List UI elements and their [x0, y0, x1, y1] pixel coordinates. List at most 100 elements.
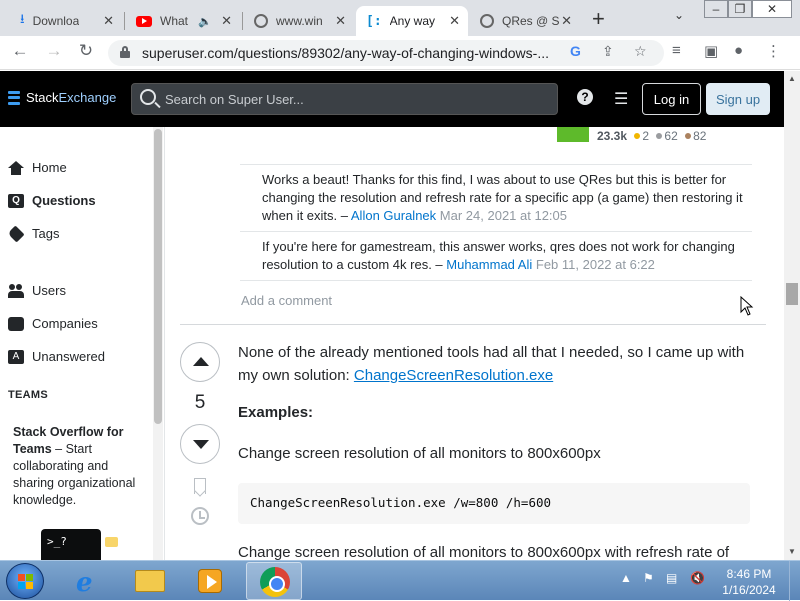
close-tab-icon[interactable]: ✕ [221, 13, 232, 29]
code-block: ChangeScreenResolution.exe /w=800 /h=600 [238, 483, 750, 524]
tab-windows[interactable]: www.win ✕ [244, 6, 354, 36]
taskbar-internet-explorer[interactable]: e [62, 562, 118, 600]
sign-up-button[interactable]: Sign up [706, 83, 770, 115]
system-clock[interactable]: 8:46 PM 1/16/2024 [716, 566, 782, 598]
tab-downloads[interactable]: ⭳ Downloa ✕ [10, 6, 122, 36]
bookmark-icon[interactable] [194, 478, 206, 494]
reputation-score: 23.3k [597, 129, 628, 143]
sidebar-item-home[interactable]: Home [8, 160, 67, 175]
search-icon [140, 89, 156, 105]
sidebar-item-label: Tags [32, 226, 60, 241]
close-tab-icon[interactable]: ✕ [449, 13, 460, 29]
teams-promo-text: Stack Overflow for Teams – Start collabo… [13, 424, 145, 509]
start-button[interactable] [6, 563, 44, 599]
briefcase-icon [8, 316, 24, 331]
vote-count: 5 [194, 392, 206, 413]
sidebar-item-questions[interactable]: Q Questions [8, 193, 96, 208]
changescreenresolution-link[interactable]: ChangeScreenResolution.exe [354, 367, 553, 384]
bookmark-star-icon[interactable]: ☆ [634, 43, 647, 60]
sidebar-item-tags[interactable]: Tags [7, 225, 60, 242]
address-bar[interactable]: superuser.com/questions/89302/any-way-of… [108, 40, 664, 66]
show-desktop-button[interactable] [789, 561, 800, 601]
log-in-button[interactable]: Log in [642, 83, 701, 115]
comment-date[interactable]: Mar 24, 2021 at 12:05 [440, 208, 567, 223]
maximize-button[interactable]: ❐ [728, 0, 752, 18]
history-icon[interactable] [191, 507, 209, 525]
reload-icon[interactable]: ↻ [74, 41, 98, 61]
help-icon[interactable]: ? [577, 89, 593, 105]
profile-avatar-icon[interactable]: ● [734, 42, 743, 59]
bronze-badge-count: 82 [693, 129, 707, 143]
upvote-arrow-icon [193, 357, 209, 366]
silver-badge-count: 62 [664, 129, 678, 143]
comment-divider [240, 164, 752, 165]
search-placeholder: Search on Super User... [165, 92, 304, 107]
close-tab-icon[interactable]: ✕ [335, 13, 346, 29]
downvote-button[interactable] [180, 424, 220, 464]
taskbar-chrome[interactable] [246, 562, 302, 600]
new-tab-button[interactable]: + [592, 6, 605, 32]
sidebar-item-companies[interactable]: Companies [8, 316, 98, 331]
media-queue-icon[interactable]: ≡ [672, 42, 681, 59]
comment-user-link[interactable]: Muhammad Ali [446, 257, 532, 272]
url-text[interactable]: superuser.com/questions/89302/any-way-of… [142, 45, 549, 61]
share-icon[interactable]: ⇪ [602, 43, 614, 60]
comment-divider [240, 231, 752, 232]
close-window-button[interactable]: ✕ [752, 0, 792, 18]
gold-badge-count: 2 [642, 129, 650, 143]
page-scrollbar[interactable]: ▲ ▼ [784, 71, 800, 560]
users-icon [8, 283, 24, 298]
youtube-icon [136, 15, 152, 27]
main-content: 23.3k 2 62 82 Works a beaut! Thanks for … [166, 127, 784, 560]
examples-heading: Examples: [238, 404, 314, 421]
side-panel-icon[interactable]: ▣ [704, 42, 718, 60]
browser-tab-bar: ⭳ Downloa ✕ What 🔈 ✕ www.win ✕ [: Any wa… [0, 0, 800, 36]
site-search-input[interactable]: Search on Super User... [131, 83, 558, 115]
forward-arrow-icon[interactable]: → [42, 41, 66, 61]
chat-bubble-icon [105, 537, 118, 547]
back-arrow-icon[interactable]: ← [8, 41, 32, 61]
taskbar-media-player[interactable] [182, 562, 238, 600]
taskbar-file-explorer[interactable] [122, 562, 178, 600]
gold-badge-icon [634, 133, 641, 139]
minimize-button[interactable]: – [704, 0, 728, 18]
left-sidebar: Home Q Questions Tags Users Companies A … [0, 127, 165, 560]
unanswered-icon: A [8, 349, 24, 364]
tag-icon [7, 225, 25, 242]
site-switcher-icon[interactable]: ☰ [614, 89, 628, 109]
comment: Works a beaut! Thanks for this find, I w… [262, 171, 752, 225]
sidebar-scrollbar[interactable] [153, 127, 163, 560]
scroll-up-arrow-icon[interactable]: ▲ [788, 74, 796, 83]
sidebar-item-label: Users [32, 283, 66, 298]
downvote-arrow-icon [193, 440, 209, 449]
tab-youtube[interactable]: What 🔈 ✕ [126, 6, 240, 36]
user-avatar[interactable] [557, 127, 589, 142]
show-hidden-icons-arrow-icon[interactable]: ▲ [620, 571, 632, 585]
network-icon[interactable]: ▤ [666, 571, 677, 585]
tab-search-chevron-icon[interactable]: ⌄ [674, 8, 684, 22]
google-lens-icon[interactable]: G [570, 43, 581, 59]
clock-time: 8:46 PM [726, 567, 772, 581]
close-tab-icon[interactable]: ✕ [561, 13, 572, 29]
close-tab-icon[interactable]: ✕ [103, 13, 114, 29]
sidebar-scrollbar-thumb[interactable] [154, 129, 162, 424]
page-scrollbar-thumb[interactable] [786, 283, 798, 305]
comment-date[interactable]: Feb 11, 2022 at 6:22 [536, 257, 655, 272]
scroll-down-arrow-icon[interactable]: ▼ [788, 547, 796, 556]
tab-title: Downloa [32, 14, 80, 28]
upvote-button[interactable] [180, 342, 220, 382]
lock-icon[interactable] [120, 46, 130, 58]
stackexchange-logo[interactable]: Stack Exchange [8, 90, 116, 105]
add-comment-link[interactable]: Add a comment [241, 293, 332, 308]
sidebar-item-unanswered[interactable]: A Unanswered [8, 349, 105, 364]
volume-muted-icon[interactable]: 🔇 [690, 571, 705, 585]
sidebar-item-label: Home [32, 160, 67, 175]
tab-qres[interactable]: QRes @ S ✕ [470, 6, 580, 36]
chrome-menu-icon[interactable]: ⋮ [766, 42, 781, 60]
action-center-flag-icon[interactable]: ⚑ [643, 571, 654, 585]
sidebar-item-users[interactable]: Users [8, 283, 66, 298]
questions-icon: Q [8, 193, 24, 208]
speaker-icon[interactable]: 🔈 [198, 15, 212, 28]
comment-user-link[interactable]: Allon Guralnek [351, 208, 436, 223]
tab-superuser-active[interactable]: [: Any way ✕ [356, 6, 468, 36]
